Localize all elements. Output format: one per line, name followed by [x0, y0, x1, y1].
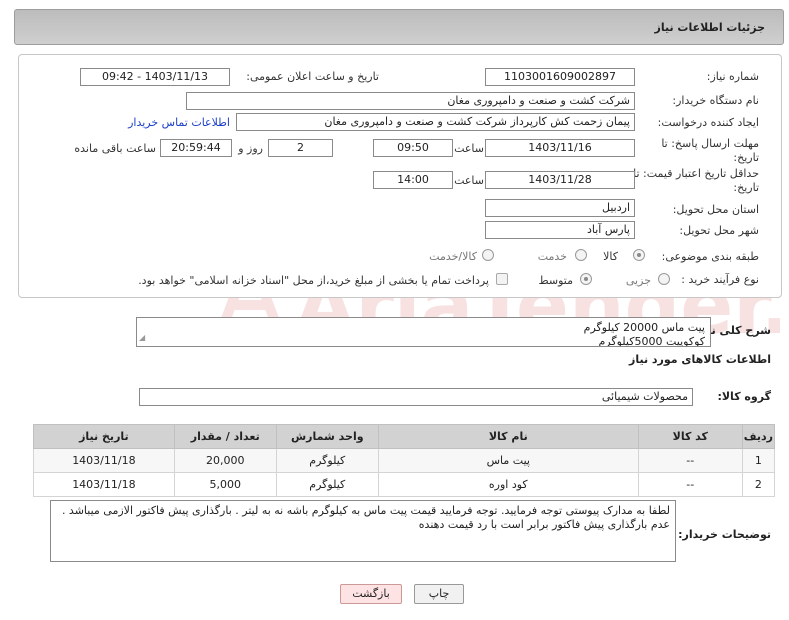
process-option-medium: متوسط: [538, 274, 573, 287]
cell-date: 1403/11/18: [33, 448, 175, 473]
days-label: روز و: [238, 142, 263, 155]
col-qty: تعداد / مقدار: [173, 424, 277, 449]
col-name: نام کالا: [377, 424, 639, 449]
category-radio-service[interactable]: [575, 249, 587, 261]
city-field: پارس آباد: [485, 221, 635, 239]
back-button[interactable]: بازگشت: [340, 584, 402, 604]
print-button[interactable]: چاپ: [414, 584, 464, 604]
cell-unit: کیلوگرم: [275, 472, 379, 497]
cell-unit: کیلوگرم: [275, 448, 379, 473]
resize-handle-icon: ◢: [139, 333, 146, 342]
cell-date: 1403/11/18: [33, 472, 175, 497]
remaining-time-label: ساعت باقی مانده: [74, 142, 156, 155]
category-option-service: خدمت: [537, 250, 567, 263]
province-field: اردبیل: [485, 199, 635, 217]
validity-label-2: تاریخ:: [733, 181, 759, 194]
process-option-minor: جزیی: [625, 274, 651, 287]
process-label: نوع فرآیند خرید :: [681, 273, 759, 286]
cell-qty: 20,000: [173, 448, 277, 473]
category-label: طبقه بندی موضوعی:: [661, 250, 759, 263]
announce-label: تاریخ و ساعت اعلان عمومی:: [246, 70, 379, 83]
cell-row: 1: [741, 448, 776, 473]
col-unit: واحد شمارش: [275, 424, 379, 449]
table-row: 1 -- پیت ماس کیلوگرم 20,000 1403/11/18: [33, 448, 776, 473]
validity-date-field: 1403/11/28: [485, 171, 635, 189]
reply-time-field: 09:50: [373, 139, 453, 157]
summary-line-1: پیت ماس 20000 کیلوگرم: [583, 321, 705, 334]
goods-section-heading: اطلاعات کالاهای مورد نیاز: [629, 353, 771, 366]
buyer-notes-text: لطفا به مدارک پیوستی توجه فرمایید. توجه …: [61, 504, 670, 531]
buyer-notes-textarea: لطفا به مدارک پیوستی توجه فرمایید. توجه …: [50, 500, 676, 562]
buyer-contact-link[interactable]: اطلاعات تماس خریدار: [128, 116, 230, 129]
city-label: شهر محل تحویل:: [679, 224, 759, 237]
goods-table: ردیف کد کالا نام کالا واحد شمارش تعداد /…: [33, 424, 776, 497]
reply-date-field: 1403/11/16: [485, 139, 635, 157]
cell-name: کود اوره: [377, 472, 639, 497]
col-code: کد کالا: [637, 424, 743, 449]
validity-time-field: 14:00: [373, 171, 453, 189]
cell-row: 2: [741, 472, 776, 497]
process-radio-medium[interactable]: [580, 273, 592, 285]
need-number-label: شماره نیاز:: [706, 70, 759, 83]
treasury-checkbox[interactable]: [496, 273, 508, 285]
buyer-notes-label: توضیحات خریدار:: [678, 528, 771, 541]
category-radio-goods-service[interactable]: [482, 249, 494, 261]
goods-group-field: محصولات شیمیائی: [139, 388, 693, 406]
province-label: استان محل تحویل:: [672, 203, 759, 216]
page-title: جزئیات اطلاعات نیاز: [654, 21, 766, 34]
goods-group-label: گروه کالا:: [717, 390, 771, 403]
creator-label: ایجاد کننده درخواست:: [657, 116, 759, 129]
need-number-field: 1103001609002897: [485, 68, 635, 86]
cell-name: پیت ماس: [377, 448, 639, 473]
buyer-org-label: نام دستگاه خریدار:: [672, 94, 759, 107]
days-field: 2: [268, 139, 333, 157]
announce-field: 1403/11/13 - 09:42: [80, 68, 230, 86]
reply-time-label: ساعت: [454, 142, 484, 155]
cell-qty: 5,000: [173, 472, 277, 497]
creator-field: پیمان زحمت کش کارپرداز شرکت کشت و صنعت و…: [236, 113, 635, 131]
validity-label: حداقل تاریخ اعتبار قیمت: تا: [633, 167, 759, 180]
category-radio-goods[interactable]: [633, 249, 645, 261]
page-header: جزئیات اطلاعات نیاز: [14, 9, 784, 45]
category-option-goods-service: کالا/خدمت: [429, 250, 477, 263]
remaining-time-field: 20:59:44: [160, 139, 232, 157]
summary-line-2: کوکوپیت 5000کیلوگرم: [598, 335, 705, 347]
cell-code: --: [637, 472, 743, 497]
treasury-note: پرداخت تمام یا بخشی از مبلغ خرید،از محل …: [138, 274, 489, 287]
buyer-org-field: شرکت کشت و صنعت و دامپروری مغان: [186, 92, 635, 110]
reply-deadline-label: مهلت ارسال پاسخ: تا: [661, 137, 759, 150]
col-date: تاریخ نیاز: [33, 424, 175, 449]
category-option-goods: کالا: [603, 250, 618, 263]
validity-time-label: ساعت: [454, 174, 484, 187]
col-row: ردیف: [741, 424, 776, 449]
process-radio-minor[interactable]: [658, 273, 670, 285]
reply-deadline-label-2: تاریخ:: [733, 151, 759, 164]
table-row: 2 -- کود اوره کیلوگرم 5,000 1403/11/18: [33, 472, 776, 497]
cell-code: --: [637, 448, 743, 473]
summary-textarea: پیت ماس 20000 کیلوگرم کوکوپیت 5000کیلوگر…: [136, 317, 711, 347]
